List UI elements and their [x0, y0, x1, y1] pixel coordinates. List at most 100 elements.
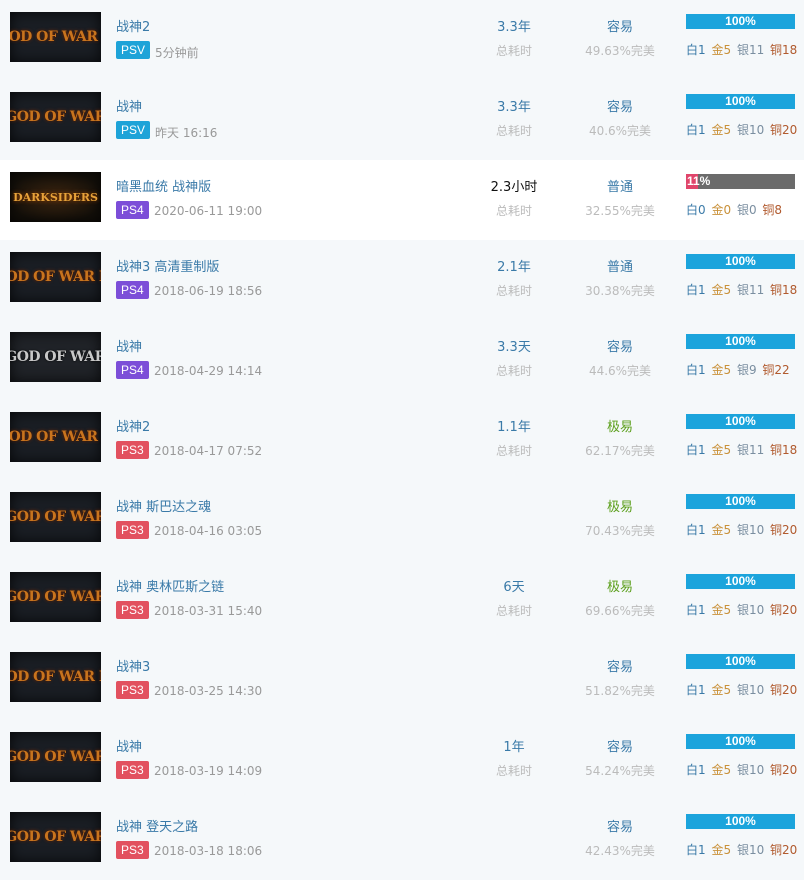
- game-cover-logo: GOD OF WAR III: [10, 269, 101, 285]
- difficulty: 容易: [606, 340, 633, 355]
- completion-rate: 42.43%完美: [585, 844, 655, 858]
- game-cover[interactable]: GOD OF WAR: [10, 572, 101, 622]
- game-row[interactable]: DARKSIDERS 暗黑血统 战神版 PS4 2020-06-11 19:00…: [0, 160, 804, 240]
- gold-count: 金0: [711, 203, 732, 217]
- game-cover[interactable]: GOD OF WAR II: [10, 12, 101, 62]
- silver-count: 银10: [736, 683, 765, 697]
- trophy-counts: 白0 金0 银0 铜8: [686, 201, 784, 218]
- difficulty: 极易: [606, 500, 633, 515]
- game-title[interactable]: 战神: [116, 336, 142, 355]
- silver-count: 银10: [736, 763, 765, 777]
- last-played-time: 2020-06-11 19:00: [154, 204, 263, 218]
- play-duration: 3.3年: [497, 100, 531, 115]
- game-row[interactable]: GOD OF WAR 战神 奥林匹斯之链 PS3 2018-03-31 15:4…: [0, 560, 804, 640]
- platform-badge-label: PS3: [121, 443, 144, 457]
- trophy-counts: 白1 金5 银10 铜20: [686, 121, 799, 138]
- platform-badge: PSV: [116, 41, 151, 59]
- progress-bar: 100%: [686, 414, 795, 429]
- game-cover-logo: GOD OF WAR III: [10, 669, 101, 685]
- game-cover[interactable]: GOD OF WAR: [10, 332, 101, 382]
- progress-bar: 11%: [686, 174, 795, 189]
- trophy-counts: 白1 金5 银11 铜18: [686, 41, 799, 58]
- game-title[interactable]: 战神 斯巴达之魂: [116, 496, 211, 515]
- gold-count: 金5: [711, 283, 732, 297]
- game-cover[interactable]: DARKSIDERS: [10, 172, 101, 222]
- game-row[interactable]: GOD OF WAR III 战神3 高清重制版 PS4 2018-06-19 …: [0, 240, 804, 320]
- platform-badge-label: PS3: [121, 763, 144, 777]
- game-row[interactable]: GOD OF WAR 战神 PSV 昨天 16:16 3.3年 总耗时 容易 4…: [0, 80, 804, 160]
- completion-rate: 32.55%完美: [585, 204, 655, 218]
- game-title[interactable]: 战神2: [116, 16, 150, 35]
- game-row[interactable]: GOD OF WAR III 战神3 PS3 2018-03-25 14:30 …: [0, 640, 804, 720]
- game-cover[interactable]: GOD OF WAR: [10, 812, 101, 862]
- last-played-time: 5分钟前: [155, 46, 199, 60]
- progress-text: 100%: [725, 414, 756, 428]
- last-played-time: 2018-03-31 15:40: [154, 604, 263, 618]
- game-cover[interactable]: GOD OF WAR: [10, 92, 101, 142]
- progress-bar: 100%: [686, 94, 795, 109]
- gold-count: 金5: [711, 603, 732, 617]
- game-title[interactable]: 战神 奥林匹斯之链: [116, 576, 224, 595]
- progress-text: 100%: [725, 14, 756, 28]
- game-cover[interactable]: GOD OF WAR III: [10, 652, 101, 702]
- game-row[interactable]: GOD OF WAR II 战神2 PSV 5分钟前 3.3年 总耗时 容易 4…: [0, 0, 804, 80]
- game-row[interactable]: GOD OF WAR 战神 PS3 2018-03-19 14:09 1年 总耗…: [0, 720, 804, 800]
- game-cover[interactable]: GOD OF WAR III: [10, 252, 101, 302]
- game-row[interactable]: GOD OF WAR II 战神2 PS3 2018-04-17 07:52 1…: [0, 400, 804, 480]
- gold-count: 金5: [711, 683, 732, 697]
- platform-badge-label: PS3: [121, 603, 144, 617]
- progress-text: 100%: [725, 94, 756, 108]
- game-title[interactable]: 战神3 高清重制版: [116, 256, 219, 275]
- game-cover[interactable]: GOD OF WAR: [10, 732, 101, 782]
- completion-rate: 69.66%完美: [585, 604, 655, 618]
- platinum-count: 白1: [686, 123, 706, 137]
- trophy-counts: 白1 金5 银10 铜20: [686, 681, 799, 698]
- platinum-count: 白1: [686, 43, 706, 57]
- game-title[interactable]: 战神: [116, 96, 142, 115]
- completion-rate: 51.82%完美: [585, 684, 655, 698]
- game-cover[interactable]: GOD OF WAR II: [10, 412, 101, 462]
- bronze-count: 铜8: [762, 203, 783, 217]
- trophy-counts: 白1 金5 银9 铜22: [686, 361, 792, 378]
- game-title[interactable]: 战神3: [116, 656, 150, 675]
- trophy-counts: 白1 金5 银10 铜20: [686, 761, 799, 778]
- game-cover-logo: GOD OF WAR II: [10, 429, 101, 445]
- gold-count: 金5: [711, 443, 732, 457]
- difficulty: 容易: [606, 740, 633, 755]
- game-row[interactable]: GOD OF WAR 战神 登天之路 PS3 2018-03-18 18:06 …: [0, 800, 804, 880]
- game-title[interactable]: 战神: [116, 736, 142, 755]
- game-row[interactable]: GOD OF WAR 战神 斯巴达之魂 PS3 2018-04-16 03:05…: [0, 480, 804, 560]
- play-duration: 2.1年: [497, 260, 531, 275]
- last-played-time: 昨天 16:16: [155, 126, 218, 140]
- duration-label: 总耗时: [495, 204, 532, 218]
- trophy-counts: 白1 金5 银11 铜18: [686, 441, 799, 458]
- platform-badge-label: PSV: [121, 123, 146, 137]
- game-cover[interactable]: GOD OF WAR: [10, 492, 101, 542]
- game-title[interactable]: 暗黑血统 战神版: [116, 176, 211, 195]
- platinum-count: 白1: [686, 443, 706, 457]
- last-played-time: 2018-04-29 14:14: [154, 364, 263, 378]
- progress-bar: 100%: [686, 254, 795, 269]
- game-cover-logo: GOD OF WAR: [10, 109, 101, 125]
- game-title[interactable]: 战神2: [116, 416, 150, 435]
- duration-label: 总耗时: [495, 44, 532, 58]
- platform-badge: PS3: [116, 841, 149, 859]
- completion-rate: 54.24%完美: [585, 764, 655, 778]
- game-cover-logo: GOD OF WAR: [10, 349, 101, 365]
- gold-count: 金5: [711, 123, 732, 137]
- platinum-count: 白1: [686, 843, 706, 857]
- duration-label: 总耗时: [495, 364, 532, 378]
- completion-rate: 40.6%完美: [588, 124, 652, 138]
- platform-badge: PS3: [116, 441, 149, 459]
- game-row[interactable]: GOD OF WAR 战神 PS4 2018-04-29 14:14 3.3天 …: [0, 320, 804, 400]
- platform-badge: PS3: [116, 761, 149, 779]
- platinum-count: 白1: [686, 763, 706, 777]
- progress-bar: 100%: [686, 494, 795, 509]
- platinum-count: 白1: [686, 523, 706, 537]
- progress-bar: 100%: [686, 334, 795, 349]
- platform-badge-label: PSV: [121, 43, 146, 57]
- game-cover-logo: GOD OF WAR: [10, 829, 101, 845]
- game-title[interactable]: 战神 登天之路: [116, 816, 198, 835]
- bronze-count: 铜18: [770, 43, 798, 57]
- completion-rate: 30.38%完美: [585, 284, 655, 298]
